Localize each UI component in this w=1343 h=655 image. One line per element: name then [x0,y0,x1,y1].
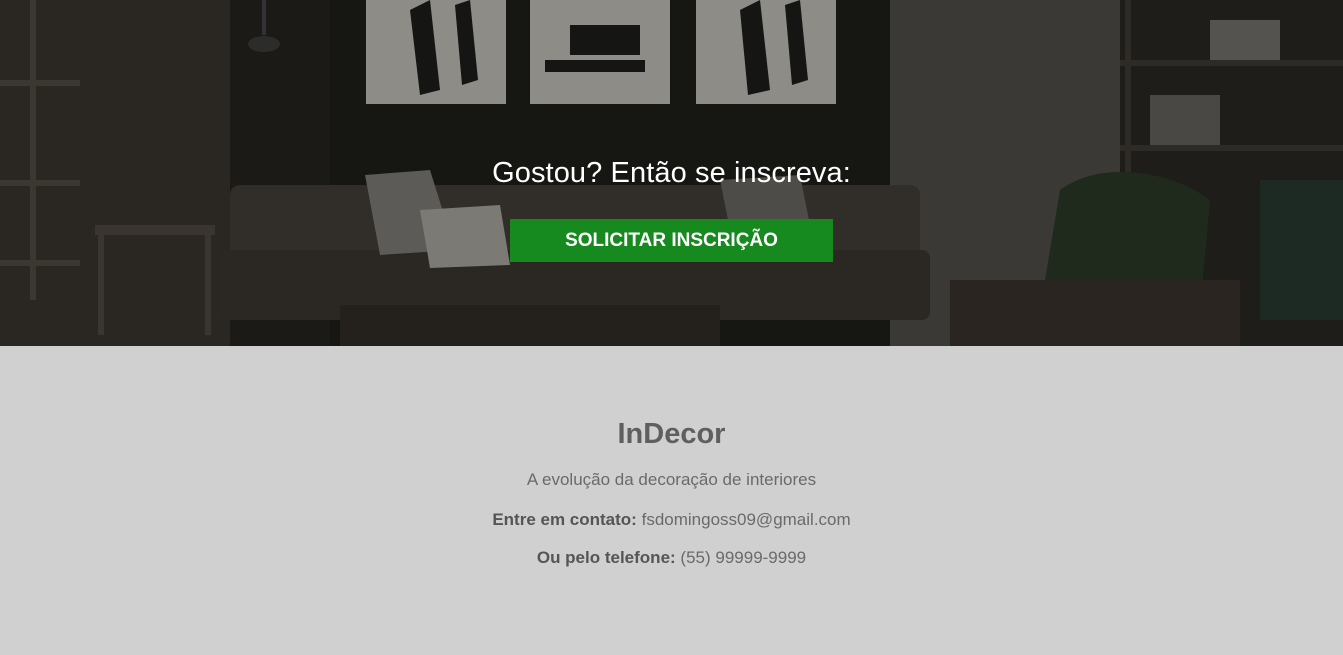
tagline: A evolução da decoração de interiores [526,470,817,489]
contact-phone-label: Ou pelo telefone: [536,548,676,567]
contact-phone-line: Ou pelo telefone: (55) 99999-9999 [0,548,1343,568]
subscribe-button[interactable]: SOLICITAR INSCRIÇÃO [510,219,833,262]
contact-phone-value: (55) 99999-9999 [680,548,807,567]
footer: InDecor A evolução da decoração de inter… [0,346,1343,655]
hero-title: Gostou? Então se inscreva: [492,157,851,189]
hero-banner: Gostou? Então se inscreva: SOLICITAR INS… [0,0,1343,346]
contact-email-line: Entre em contato: fsdomingoss09@gmail.co… [0,510,1343,530]
brand-name: InDecor [617,418,726,450]
contact-email-link[interactable]: fsdomingoss09@gmail.com [642,510,851,529]
contact-email-label: Entre em contato: [492,510,637,529]
hero-content: Gostou? Então se inscreva: SOLICITAR INS… [0,0,1343,346]
